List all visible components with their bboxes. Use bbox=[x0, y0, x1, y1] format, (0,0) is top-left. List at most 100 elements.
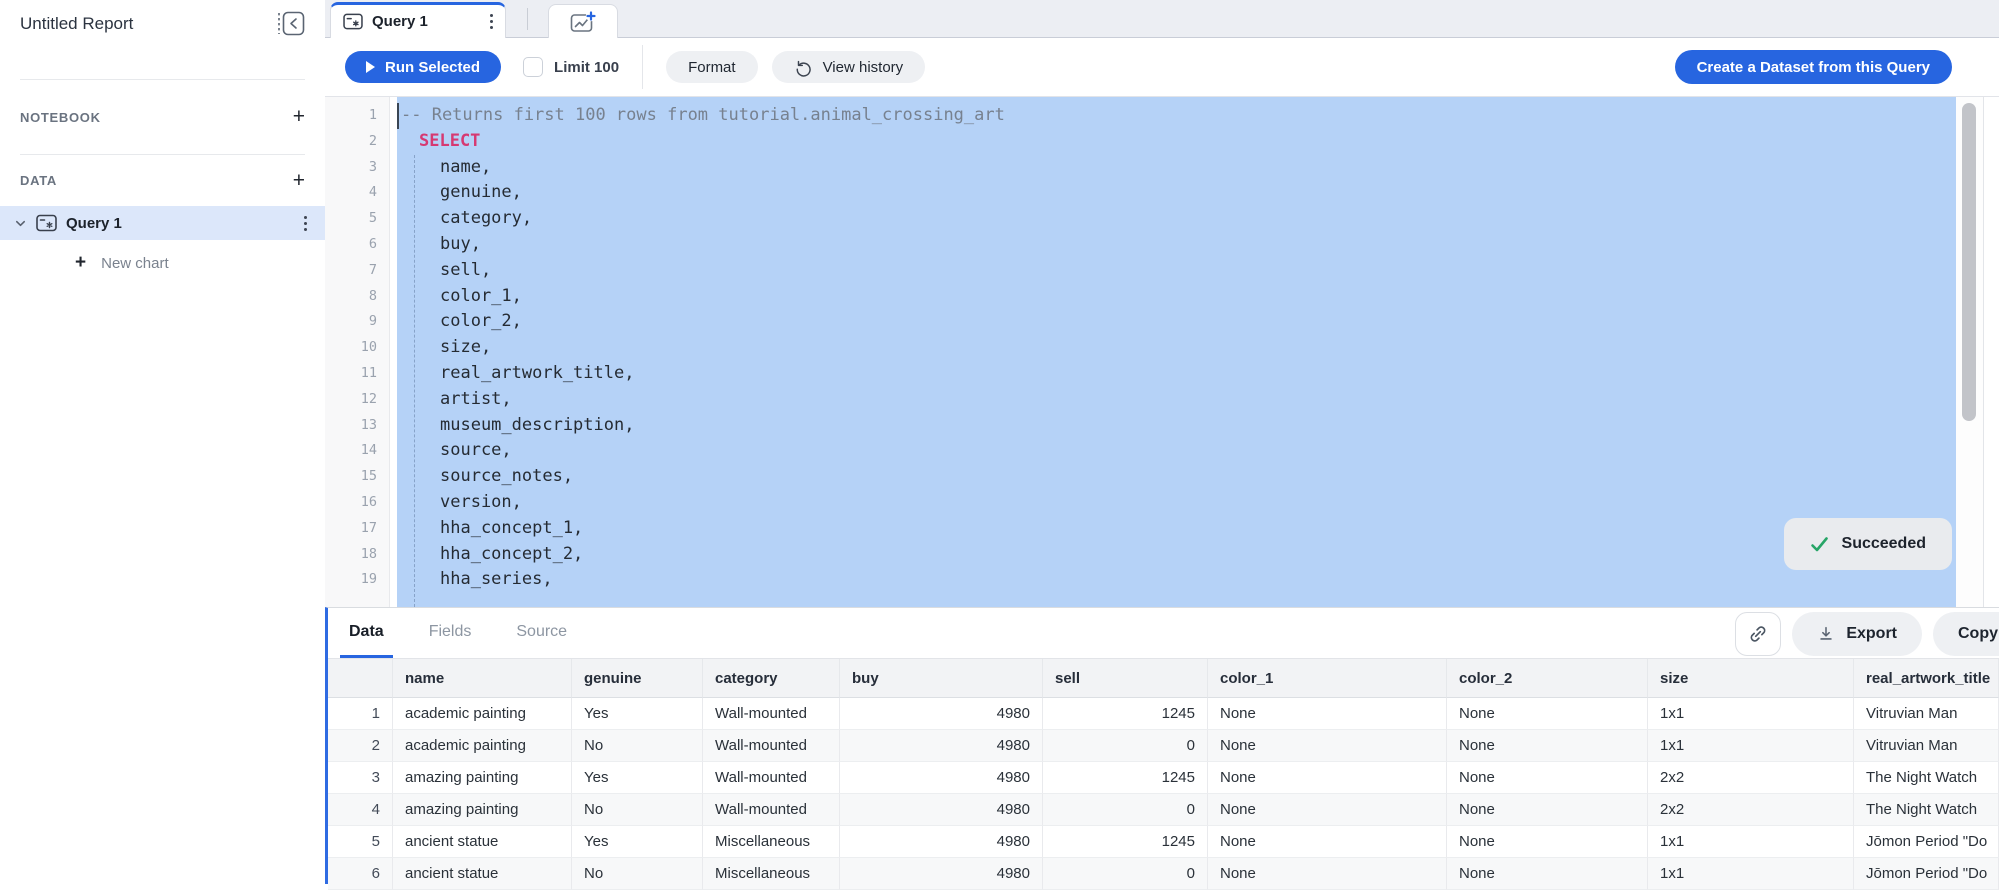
table-cell[interactable]: 1x1 bbox=[1648, 730, 1854, 762]
table-cell[interactable]: academic painting bbox=[393, 730, 572, 762]
column-header-category[interactable]: category bbox=[703, 659, 840, 698]
column-header-real_artwork_title[interactable]: real_artwork_title bbox=[1854, 659, 1999, 698]
table-cell[interactable]: None bbox=[1208, 826, 1447, 858]
sql-editor[interactable]: 12345678910111213141516171819 -- Returns… bbox=[325, 97, 1999, 607]
table-cell[interactable]: The Night Watch bbox=[1854, 794, 1999, 826]
table-cell[interactable]: 0 bbox=[1043, 858, 1208, 890]
table-cell[interactable]: Wall-mounted bbox=[703, 762, 840, 794]
table-cell[interactable]: Vitruvian Man bbox=[1854, 730, 1999, 762]
add-notebook-cell-button[interactable]: + bbox=[293, 107, 305, 127]
code-line[interactable]: color_1, bbox=[397, 284, 1956, 310]
table-cell[interactable]: 1245 bbox=[1043, 826, 1208, 858]
table-cell[interactable]: 2x2 bbox=[1648, 794, 1854, 826]
code-line[interactable]: category, bbox=[397, 206, 1956, 232]
table-cell[interactable]: No bbox=[572, 858, 703, 890]
limit-100-toggle[interactable]: Limit 100 bbox=[523, 57, 619, 77]
code-line[interactable]: buy, bbox=[397, 232, 1956, 258]
table-cell[interactable]: 0 bbox=[1043, 794, 1208, 826]
copy-button[interactable]: Copy bbox=[1933, 612, 1999, 656]
table-cell[interactable]: 0 bbox=[1043, 730, 1208, 762]
table-cell[interactable]: amazing painting bbox=[393, 762, 572, 794]
table-cell[interactable]: 1245 bbox=[1043, 698, 1208, 730]
table-cell[interactable]: None bbox=[1447, 858, 1648, 890]
code-line[interactable]: SELECT bbox=[397, 129, 1956, 155]
tab-source[interactable]: Source bbox=[507, 608, 576, 658]
code-line[interactable]: genuine, bbox=[397, 180, 1956, 206]
share-link-button[interactable] bbox=[1735, 612, 1781, 656]
collapse-sidebar-icon[interactable] bbox=[275, 10, 307, 42]
table-cell[interactable]: None bbox=[1447, 826, 1648, 858]
code-line[interactable]: hha_concept_2, bbox=[397, 542, 1956, 568]
table-cell[interactable]: The Night Watch bbox=[1854, 762, 1999, 794]
column-header-color_2[interactable]: color_2 bbox=[1447, 659, 1648, 698]
export-button[interactable]: Export bbox=[1792, 612, 1922, 656]
table-cell[interactable]: 4980 bbox=[840, 730, 1043, 762]
table-cell[interactable]: Miscellaneous bbox=[703, 858, 840, 890]
table-cell[interactable]: amazing painting bbox=[393, 794, 572, 826]
table-cell[interactable]: 4980 bbox=[840, 762, 1043, 794]
row-number[interactable]: 1 bbox=[328, 698, 393, 730]
new-chart-button[interactable]: + New chart bbox=[0, 250, 325, 276]
table-cell[interactable]: 1x1 bbox=[1648, 826, 1854, 858]
code-line[interactable]: hha_concept_1, bbox=[397, 516, 1956, 542]
table-cell[interactable]: No bbox=[572, 730, 703, 762]
run-selected-button[interactable]: Run Selected bbox=[345, 51, 501, 83]
table-cell[interactable]: academic painting bbox=[393, 698, 572, 730]
code-line[interactable]: name, bbox=[397, 155, 1956, 181]
code-line[interactable]: source_notes, bbox=[397, 464, 1956, 490]
sidebar-item-query-1[interactable]: Query 1 bbox=[0, 206, 325, 240]
row-number[interactable]: 3 bbox=[328, 762, 393, 794]
tab-fields[interactable]: Fields bbox=[420, 608, 481, 658]
chevron-down-icon[interactable] bbox=[14, 217, 27, 230]
table-cell[interactable]: None bbox=[1208, 794, 1447, 826]
table-cell[interactable]: Wall-mounted bbox=[703, 794, 840, 826]
limit-checkbox[interactable] bbox=[523, 57, 543, 77]
create-dataset-button[interactable]: Create a Dataset from this Query bbox=[1675, 50, 1952, 84]
format-button[interactable]: Format bbox=[666, 51, 758, 83]
row-number[interactable]: 6 bbox=[328, 858, 393, 890]
table-cell[interactable]: 4980 bbox=[840, 826, 1043, 858]
editor-scrollbar[interactable] bbox=[1956, 97, 1983, 607]
view-history-button[interactable]: View history bbox=[772, 51, 926, 83]
table-cell[interactable]: 1x1 bbox=[1648, 698, 1854, 730]
tab-menu-kebab-icon[interactable] bbox=[488, 10, 495, 33]
table-cell[interactable]: Wall-mounted bbox=[703, 698, 840, 730]
table-cell[interactable]: None bbox=[1447, 794, 1648, 826]
table-cell[interactable]: ancient statue bbox=[393, 826, 572, 858]
table-cell[interactable]: ancient statue bbox=[393, 858, 572, 890]
code-line[interactable]: -- Returns first 100 rows from tutorial.… bbox=[397, 103, 1956, 129]
code-line[interactable]: artist, bbox=[397, 387, 1956, 413]
tab-new-chart[interactable] bbox=[548, 4, 618, 38]
code-line[interactable]: real_artwork_title, bbox=[397, 361, 1956, 387]
table-cell[interactable]: None bbox=[1208, 762, 1447, 794]
code-line[interactable]: size, bbox=[397, 335, 1956, 361]
table-cell[interactable]: Miscellaneous bbox=[703, 826, 840, 858]
row-number[interactable]: 2 bbox=[328, 730, 393, 762]
query-menu-kebab-icon[interactable] bbox=[302, 212, 309, 235]
code-line[interactable]: hha_series, bbox=[397, 567, 1956, 593]
column-header-genuine[interactable]: genuine bbox=[572, 659, 703, 698]
table-cell[interactable]: 4980 bbox=[840, 698, 1043, 730]
column-header-buy[interactable]: buy bbox=[840, 659, 1043, 698]
code-line[interactable]: version, bbox=[397, 490, 1956, 516]
column-header-sell[interactable]: sell bbox=[1043, 659, 1208, 698]
table-cell[interactable]: 4980 bbox=[840, 794, 1043, 826]
column-header-name[interactable]: name bbox=[393, 659, 572, 698]
table-cell[interactable]: None bbox=[1447, 762, 1648, 794]
code-line[interactable]: source, bbox=[397, 438, 1956, 464]
table-cell[interactable]: 1x1 bbox=[1648, 858, 1854, 890]
table-cell[interactable]: None bbox=[1208, 698, 1447, 730]
table-cell[interactable]: Yes bbox=[572, 762, 703, 794]
scrollbar-thumb[interactable] bbox=[1962, 103, 1976, 421]
row-number[interactable]: 4 bbox=[328, 794, 393, 826]
table-cell[interactable]: Jōmon Period "Do bbox=[1854, 858, 1999, 890]
results-table[interactable]: namegenuinecategorybuysellcolor_1color_2… bbox=[328, 659, 1999, 890]
report-title[interactable]: Untitled Report bbox=[20, 12, 133, 34]
tab-query-1[interactable]: Query 1 bbox=[330, 2, 506, 38]
table-cell[interactable]: None bbox=[1447, 698, 1648, 730]
table-cell[interactable]: 1245 bbox=[1043, 762, 1208, 794]
table-cell[interactable]: Yes bbox=[572, 698, 703, 730]
table-cell[interactable]: Vitruvian Man bbox=[1854, 698, 1999, 730]
table-cell[interactable]: No bbox=[572, 794, 703, 826]
column-header-size[interactable]: size bbox=[1648, 659, 1854, 698]
